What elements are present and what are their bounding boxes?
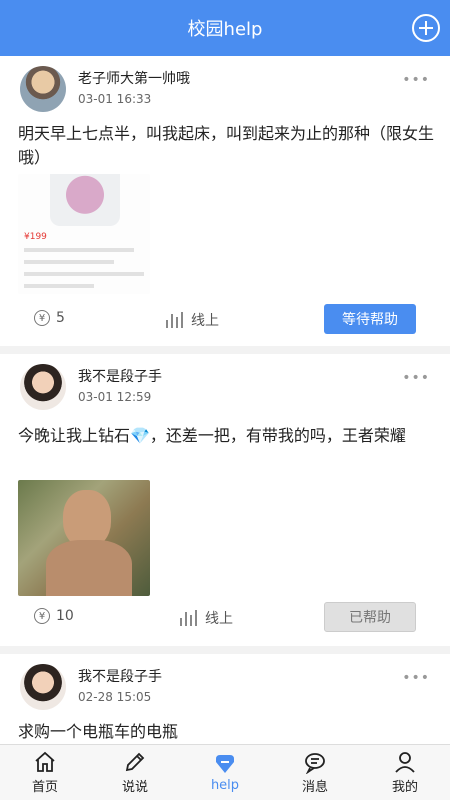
message-icon	[305, 753, 325, 774]
plus-circle-icon[interactable]	[412, 14, 440, 42]
tab-label: 消息	[301, 780, 328, 795]
product-jar-image	[50, 174, 120, 226]
post-card[interactable]: 老子师大第一帅哦 03-01 16:33 ••• 明天早上七点半，叫我起床，叫到…	[0, 56, 450, 346]
post-author[interactable]: 我不是段子手	[78, 666, 162, 686]
page-title: 校园help	[187, 19, 263, 40]
mode-online: 线上	[166, 310, 219, 330]
post-card[interactable]: 我不是段子手 03-01 12:59 ••• 今晚让我上钻石💎，还差一把，有带我…	[0, 354, 450, 646]
help-icon	[216, 755, 234, 773]
post-content: 今晚让我上钻石💎，还差一把，有带我的吗，王者荣耀	[18, 426, 406, 445]
post-image[interactable]	[18, 480, 150, 596]
post-feed[interactable]: 老子师大第一帅哦 03-01 16:33 ••• 明天早上七点半，叫我起床，叫到…	[0, 56, 450, 744]
tab-label: help	[210, 778, 240, 793]
tab-messages[interactable]: 消息	[270, 745, 360, 800]
post-time: 02-28 15:05	[78, 690, 152, 704]
tab-label: 首页	[31, 780, 58, 795]
reward-value: 5	[56, 310, 65, 326]
more-options-icon[interactable]: •••	[402, 72, 430, 88]
bars-icon	[180, 610, 197, 626]
post-card[interactable]: 我不是段子手 02-28 15:05 ••• 求购一个电瓶车的电瓶	[0, 654, 450, 744]
helped-button[interactable]: 已帮助	[324, 602, 416, 632]
home-icon	[35, 751, 55, 772]
product-price: ¥199	[24, 232, 47, 242]
wait-help-button[interactable]: 等待帮助	[324, 304, 416, 334]
bottom-tab-bar: 首页 说说 help 消息 我的	[0, 744, 450, 800]
mode-label: 线上	[191, 313, 219, 329]
avatar[interactable]	[20, 664, 66, 710]
post-author[interactable]: 老子师大第一帅哦	[78, 68, 190, 88]
more-options-icon[interactable]: •••	[402, 670, 430, 686]
post-image[interactable]: ¥199	[18, 174, 150, 294]
mode-online: 线上	[180, 608, 233, 628]
mode-label: 线上	[205, 611, 233, 627]
post-time: 03-01 12:59	[78, 390, 152, 404]
yuan-coin-icon: ¥	[34, 608, 50, 624]
reward-value: 10	[56, 608, 74, 624]
post-author[interactable]: 我不是段子手	[78, 366, 162, 386]
tab-label: 说说	[121, 780, 148, 795]
app-header: 校园help	[0, 0, 450, 56]
tab-profile[interactable]: 我的	[360, 745, 450, 800]
pencil-icon	[125, 752, 145, 772]
reward-amount: ¥ 5	[34, 310, 65, 326]
reward-amount: ¥ 10	[34, 608, 74, 624]
profile-icon	[395, 752, 415, 773]
bars-icon	[166, 312, 183, 328]
tab-label: 我的	[391, 780, 418, 795]
tab-talk[interactable]: 说说	[90, 745, 180, 800]
more-options-icon[interactable]: •••	[402, 370, 430, 386]
avatar[interactable]	[20, 364, 66, 410]
tab-home[interactable]: 首页	[0, 745, 90, 800]
avatar[interactable]	[20, 66, 66, 112]
yuan-coin-icon: ¥	[34, 310, 50, 326]
post-time: 03-01 16:33	[78, 92, 152, 106]
tab-help[interactable]: help	[180, 745, 270, 800]
post-content: 求购一个电瓶车的电瓶	[18, 722, 179, 741]
post-content: 明天早上七点半，叫我起床，叫到起来为止的那种（限女生哦）	[18, 124, 435, 167]
